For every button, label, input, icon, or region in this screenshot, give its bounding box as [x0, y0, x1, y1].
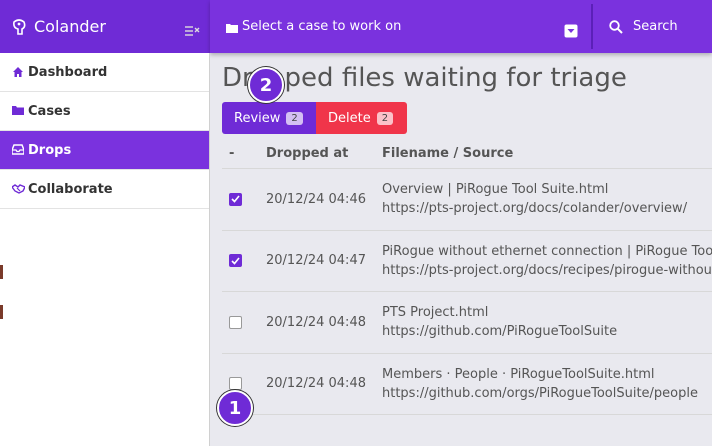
review-button-label: Review [234, 110, 281, 126]
row-file-cell[interactable]: Members · People · PiRogueToolSuite.html… [382, 365, 712, 403]
row-file-cell[interactable]: PiRogue without ethernet connection | Pi… [382, 242, 712, 280]
row-source: https://github.com/PiRogueToolSuite [382, 324, 618, 340]
app-window: Colander Select a case to work on Search [0, 0, 712, 446]
row-select-cell [222, 192, 266, 206]
sidebar-item-dashboard[interactable]: Dashboard [0, 53, 209, 92]
table-header: - Dropped at Filename / Source [222, 139, 712, 169]
review-button[interactable]: Review 2 [222, 102, 316, 134]
edge-artifact [0, 305, 3, 319]
sidebar-item-label: Collaborate [28, 181, 113, 197]
app-title: Colander [34, 17, 106, 36]
annotation-marker-2: 2 [248, 67, 284, 103]
main-content: Dropped files waiting for triage Review … [210, 53, 712, 446]
annotation-marker-1: 1 [217, 390, 253, 426]
row-source: https://github.com/orgs/PiRogueToolSuite… [382, 385, 698, 401]
row-select-cell [222, 254, 266, 268]
row-filename: Overview | PiRogue Tool Suite.html [382, 182, 609, 198]
row-source: https://pts-project.org/docs/recipes/pir… [382, 262, 712, 278]
case-select-dropdown[interactable]: Select a case to work on [210, 0, 592, 53]
delete-button-label: Delete [328, 110, 371, 126]
search-icon [609, 19, 623, 34]
delete-button[interactable]: Delete 2 [316, 102, 407, 134]
handshake-icon [10, 183, 26, 195]
collapse-sidebar-icon[interactable] [184, 22, 200, 36]
row-filename: PTS Project.html [382, 305, 489, 321]
row-dropped-at: 20/12/24 04:48 [266, 314, 366, 330]
row-select-cell [222, 377, 266, 391]
table-row: 20/12/24 04:48 PTS Project.html https://… [222, 292, 712, 354]
row-dropped-at: 20/12/24 04:46 [266, 191, 366, 207]
delete-count-badge: 2 [376, 111, 394, 125]
search-placeholder: Search [633, 19, 678, 34]
table-row: 20/12/24 04:46 Overview | PiRogue Tool S… [222, 169, 712, 231]
row-file-cell[interactable]: Overview | PiRogue Tool Suite.html https… [382, 180, 712, 218]
sidebar-item-label: Drops [28, 142, 72, 158]
row-dropped-at: 20/12/24 04:47 [266, 253, 366, 269]
folder-icon [226, 22, 238, 33]
header-filename[interactable]: Filename / Source [382, 146, 712, 161]
row-filename: Members · People · PiRogueToolSuite.html [382, 366, 655, 382]
sidebar-item-cases[interactable]: Cases [0, 92, 209, 131]
action-button-group: Review 2 Delete 2 [222, 102, 407, 134]
row-checkbox[interactable] [229, 315, 242, 329]
drops-table: - Dropped at Filename / Source 20/12/24 … [222, 139, 712, 415]
sidebar-item-label: Dashboard [28, 64, 108, 80]
sidebar-item-label: Cases [28, 103, 71, 119]
search-input[interactable]: Search [593, 0, 712, 53]
table-row: 20/12/24 04:48 Members · People · PiRogu… [222, 354, 712, 415]
colander-logo-icon [10, 18, 28, 36]
sidebar-item-drops[interactable]: Drops [0, 131, 209, 170]
dropdown-caret-icon[interactable] [564, 24, 578, 38]
row-dropped-at: 20/12/24 04:48 [266, 376, 366, 392]
header-dropped-at[interactable]: Dropped at [266, 146, 382, 161]
row-source: https://pts-project.org/docs/colander/ov… [382, 201, 688, 217]
inbox-icon [11, 144, 25, 156]
row-checkbox[interactable] [229, 192, 242, 206]
row-filename: PiRogue without ethernet connection | Pi… [382, 243, 712, 259]
row-checkbox[interactable] [229, 254, 242, 268]
review-count-badge: 2 [286, 111, 303, 125]
row-checkbox[interactable] [229, 377, 242, 391]
home-icon [12, 66, 24, 78]
top-bar: Select a case to work on Search [210, 0, 712, 53]
folder-icon [12, 105, 24, 117]
brand-bar: Colander [0, 0, 210, 53]
table-row: 20/12/24 04:47 PiRogue without ethernet … [222, 231, 712, 292]
header-select: - [229, 146, 235, 161]
sidebar-item-collaborate[interactable]: Collaborate [0, 170, 209, 209]
sidebar: Dashboard Cases Drops Collaborate [0, 53, 210, 446]
row-select-cell [222, 315, 266, 329]
case-select-label: Select a case to work on [242, 19, 402, 34]
edge-artifact [0, 265, 3, 279]
row-file-cell[interactable]: PTS Project.html https://github.com/PiRo… [382, 303, 712, 341]
